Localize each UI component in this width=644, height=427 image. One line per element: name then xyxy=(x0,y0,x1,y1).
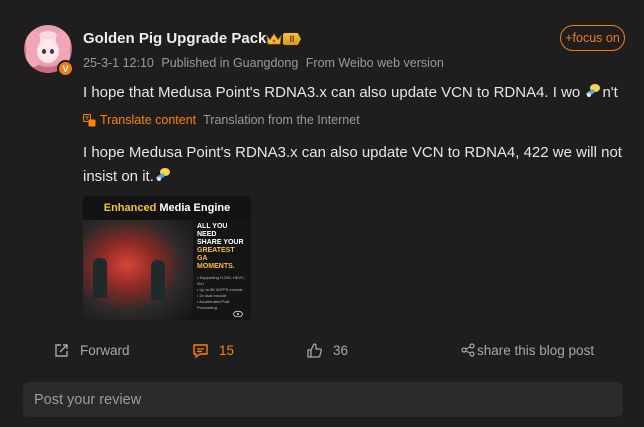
post-source: From Weibo web version xyxy=(305,56,444,70)
weibo-post-card: V Golden Pig Upgrade Pack II 25-3-1 12:1… xyxy=(0,0,644,427)
like-count: 36 xyxy=(333,342,349,358)
post-location: Published in Guangdong xyxy=(161,56,299,70)
translation-source-label: Translation from the Internet xyxy=(203,113,360,127)
comment-button[interactable]: 15 xyxy=(192,339,234,361)
comment-icon xyxy=(193,343,208,358)
post-text: I hope that Medusa Point's RDNA3.x can a… xyxy=(83,82,618,101)
post-image-thumbnail[interactable]: Enhanced Media Engine ALL YOU NEED SHARE… xyxy=(83,196,251,320)
avatar[interactable]: V xyxy=(24,25,74,77)
thumbs-up-icon xyxy=(307,342,322,358)
translate-row: Translate content Translation from the I… xyxy=(83,113,360,127)
level-label: II xyxy=(283,33,301,45)
crown-icon xyxy=(266,33,282,45)
weibo-watermark-icon xyxy=(233,310,243,317)
share-icon xyxy=(461,343,475,357)
yunbei-emoji-icon xyxy=(586,84,601,97)
like-button[interactable]: 36 xyxy=(306,339,348,361)
translate-icon xyxy=(83,113,96,126)
image-panel-line: GREATEST GA xyxy=(197,247,235,262)
image-text-panel: ALL YOU NEED SHARE YOUR GREATEST GA MOME… xyxy=(193,220,251,320)
image-panel-bullet: • Supporting H.264, HEVC, AV1 xyxy=(197,275,246,286)
image-banner-title: Media Engine xyxy=(159,202,231,214)
share-button[interactable]: share this blog post xyxy=(461,339,594,361)
image-banner: Enhanced Media Engine xyxy=(83,196,251,220)
post-text-tail: n't xyxy=(602,84,618,101)
author-name[interactable]: Golden Pig Upgrade Pack xyxy=(83,30,266,47)
image-panel-line: ALL YOU NEED xyxy=(197,223,228,238)
translated-text: I hope Medusa Point's RDNA3.x can also u… xyxy=(83,141,623,189)
post-text-body: I hope that Medusa Point's RDNA3.x can a… xyxy=(83,84,585,101)
share-label: share this blog post xyxy=(477,342,595,358)
image-panel-line: SHARE YOUR xyxy=(197,239,244,246)
post-datetime[interactable]: 25-3-1 12:10 xyxy=(83,56,154,70)
forward-label: Forward xyxy=(80,342,130,358)
forward-button[interactable]: Forward xyxy=(53,339,130,361)
comment-count: 15 xyxy=(219,342,235,358)
post-meta: 25-3-1 12:10 Published in Guangdong From… xyxy=(83,56,448,70)
image-panel-line: MOMENTS. xyxy=(197,263,235,270)
yunbei-emoji-icon xyxy=(156,168,170,181)
game-scene-image xyxy=(83,220,193,320)
member-level-badge[interactable]: II xyxy=(266,31,304,47)
review-input[interactable] xyxy=(23,382,623,417)
image-banner-prefix: Enhanced xyxy=(103,202,157,214)
follow-button[interactable]: +focus on xyxy=(560,25,625,51)
action-bar: Forward 15 36 share this blog post xyxy=(0,339,644,361)
forward-icon xyxy=(55,343,68,357)
verified-badge-icon: V xyxy=(57,60,74,77)
translate-content-link[interactable]: Translate content xyxy=(100,113,196,127)
